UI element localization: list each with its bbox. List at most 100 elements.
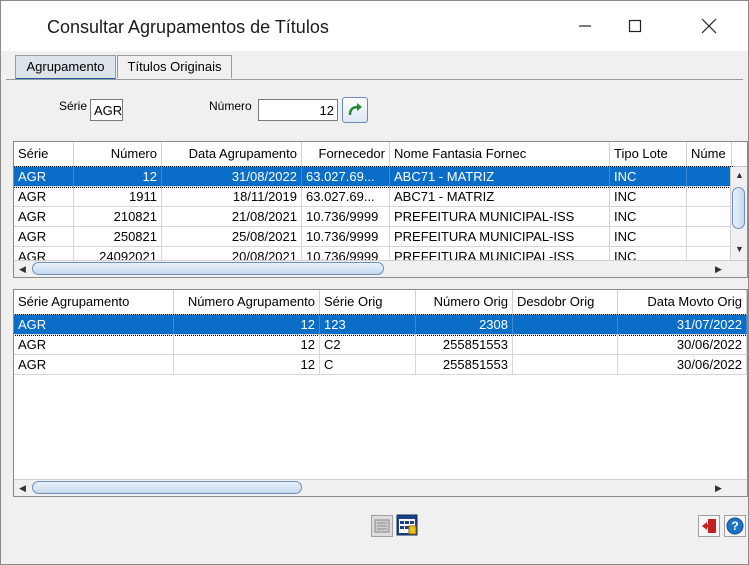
header-fornecedor[interactable]: Fornecedor: [302, 142, 390, 166]
table-row[interactable]: AGR 1911 18/11/2019 63.027.69... ABC71 -…: [14, 187, 732, 207]
scroll-left-icon[interactable]: ◀: [14, 480, 31, 496]
agrupamento-grid[interactable]: Série Número Data Agrupamento Fornecedor…: [13, 141, 748, 278]
header-nome-fantasia[interactable]: Nome Fantasia Fornec: [390, 142, 610, 166]
cell-numero: 12: [74, 167, 162, 187]
cell-data-movto-orig: 30/06/2022: [618, 355, 747, 375]
cell-desdobr-orig: [513, 355, 618, 375]
cell-numero-2: [687, 167, 732, 187]
tab-agrupamento[interactable]: Agrupamento: [15, 55, 116, 80]
cell-tipo-lote: INC: [610, 227, 687, 247]
minimize-icon: [579, 25, 591, 27]
cell-numero-agrupamento: 12: [174, 335, 320, 355]
cell-nome-fantasia: ABC71 - MATRIZ: [390, 187, 610, 207]
vertical-scrollbar[interactable]: ▲ ▼: [730, 167, 747, 260]
header-numero-orig[interactable]: Número Orig: [416, 290, 513, 314]
cell-numero-orig: 255851553: [416, 335, 513, 355]
header-serie-orig[interactable]: Série Orig: [320, 290, 416, 314]
serie-input[interactable]: AGR: [90, 99, 123, 121]
cell-numero-orig: 255851553: [416, 355, 513, 375]
numero-label: Número: [209, 99, 252, 113]
cell-tipo-lote: INC: [610, 187, 687, 207]
cell-serie-orig: C: [320, 355, 416, 375]
cell-serie: AGR: [14, 167, 74, 187]
scroll-thumb[interactable]: [32, 481, 302, 494]
cell-desdobr-orig: [513, 315, 618, 335]
grid-header: Série Número Data Agrupamento Fornecedor…: [14, 142, 747, 167]
cell-numero-2: [687, 207, 732, 227]
window: Consultar Agrupamentos de Títulos Agrupa…: [0, 0, 749, 565]
header-numero[interactable]: Número: [74, 142, 162, 166]
cell-tipo-lote: INC: [610, 207, 687, 227]
cell-data: 18/11/2019: [162, 187, 302, 207]
exit-button[interactable]: [698, 515, 720, 537]
header-data-agrupamento[interactable]: Data Agrupamento: [162, 142, 302, 166]
table-row[interactable]: AGR 210821 21/08/2021 10.736/9999 PREFEI…: [14, 207, 732, 227]
header-desdobr-orig[interactable]: Desdobr Orig: [513, 290, 618, 314]
cell-data-movto-orig: 30/06/2022: [618, 335, 747, 355]
close-button[interactable]: [685, 1, 733, 51]
cell-data: 31/08/2022: [162, 167, 302, 187]
cell-numero-2: [687, 187, 732, 207]
cell-numero-agrupamento: 12: [174, 355, 320, 375]
scroll-right-icon[interactable]: ▶: [710, 480, 727, 496]
table-row[interactable]: AGR 12 C2 255851553 30/06/2022: [14, 335, 747, 355]
cell-fornecedor: 10.736/9999: [302, 207, 390, 227]
cell-numero: 210821: [74, 207, 162, 227]
list-view-button[interactable]: [371, 515, 393, 537]
minimize-button[interactable]: [561, 1, 609, 51]
cell-nome-fantasia: PREFEITURA MUNICIPAL-ISS: [390, 227, 610, 247]
numero-input[interactable]: 12: [258, 99, 338, 121]
cell-serie: AGR: [14, 187, 74, 207]
cell-numero-agrupamento: 12: [174, 315, 320, 335]
grid-header: Série Agrupamento Número Agrupamento Sér…: [14, 290, 747, 315]
title-bar: Consultar Agrupamentos de Títulos: [1, 1, 748, 51]
header-numero-agrupamento[interactable]: Número Agrupamento: [174, 290, 320, 314]
list-view-icon: [374, 519, 390, 533]
scroll-right-icon[interactable]: ▶: [710, 261, 727, 277]
scroll-up-icon[interactable]: ▲: [731, 167, 747, 184]
cell-fornecedor: 63.027.69...: [302, 167, 390, 187]
scroll-left-icon[interactable]: ◀: [14, 261, 31, 277]
cell-serie: AGR: [14, 227, 74, 247]
table-row[interactable]: AGR 250821 25/08/2021 10.736/9999 PREFEI…: [14, 227, 732, 247]
cell-data-movto-orig: 31/07/2022: [618, 315, 747, 335]
horizontal-scrollbar[interactable]: ◀ ▶: [14, 260, 747, 277]
serie-label: Série: [59, 99, 88, 113]
cell-serie-agrupamento: AGR: [14, 355, 174, 375]
header-tipo-lote[interactable]: Tipo Lote: [610, 142, 687, 166]
cell-data: 25/08/2021: [162, 227, 302, 247]
cell-fornecedor: 63.027.69...: [302, 187, 390, 207]
calendar-grid-button[interactable]: [396, 514, 418, 536]
header-serie[interactable]: Série: [14, 142, 74, 166]
table-row[interactable]: AGR 12 123 2308 31/07/2022: [14, 314, 747, 336]
table-row[interactable]: AGR 12 31/08/2022 63.027.69... ABC71 - M…: [14, 166, 733, 188]
cell-nome-fantasia: PREFEITURA MUNICIPAL-ISS: [390, 207, 610, 227]
horizontal-scrollbar[interactable]: ◀ ▶: [14, 479, 747, 496]
cell-serie: AGR: [14, 207, 74, 227]
cell-numero-orig: 2308: [416, 315, 513, 335]
cell-desdobr-orig: [513, 335, 618, 355]
table-row[interactable]: AGR 12 C 255851553 30/06/2022: [14, 355, 747, 375]
help-glyph: ?: [731, 519, 738, 533]
tab-titulos-originais[interactable]: Títulos Originais: [117, 55, 232, 78]
header-numero-2[interactable]: Núme: [687, 142, 732, 166]
cell-serie-orig: 123: [320, 315, 416, 335]
cell-serie-agrupamento: AGR: [14, 335, 174, 355]
cell-tipo-lote: INC: [610, 167, 687, 187]
search-button[interactable]: [342, 97, 368, 123]
calendar-grid-icon: [396, 514, 418, 536]
window-title: Consultar Agrupamentos de Títulos: [47, 17, 329, 37]
header-data-movto-orig[interactable]: Data Movto Orig: [618, 290, 747, 314]
header-serie-agrupamento[interactable]: Série Agrupamento: [14, 290, 174, 314]
maximize-button[interactable]: [611, 1, 659, 51]
help-button[interactable]: ?: [724, 515, 746, 537]
cell-serie-orig: C2: [320, 335, 416, 355]
refresh-arrow-icon: [348, 103, 362, 116]
scroll-thumb[interactable]: [732, 187, 745, 229]
help-icon: ?: [726, 517, 744, 535]
cell-nome-fantasia: ABC71 - MATRIZ: [390, 167, 610, 187]
scroll-thumb[interactable]: [32, 262, 384, 275]
scroll-down-icon[interactable]: ▼: [731, 241, 747, 258]
titulos-grid[interactable]: Série Agrupamento Número Agrupamento Sér…: [13, 289, 748, 497]
cell-fornecedor: 10.736/9999: [302, 227, 390, 247]
